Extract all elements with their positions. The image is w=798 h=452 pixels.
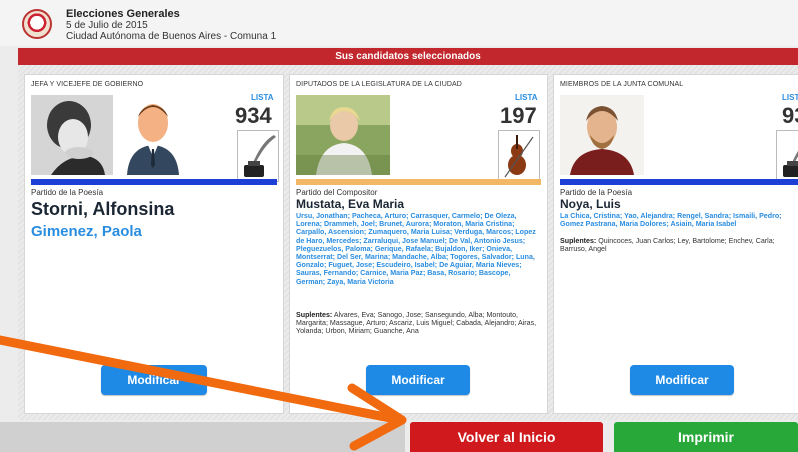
panel-jefe-gobierno: JEFA Y VICEJEFE DE GOBIERNO LISTA 934 Pa… — [24, 74, 284, 414]
modify-button[interactable]: Modificar — [630, 365, 734, 395]
suplentes-names: Alvares, Eva; Sanogo, Jose; Sansegundo, … — [296, 311, 537, 336]
election-title: Elecciones Generales — [66, 8, 180, 20]
modify-button[interactable]: Modificar — [366, 365, 470, 395]
lista-number: 934 — [235, 103, 272, 128]
candidate-photo-noya — [560, 95, 644, 175]
party-color-bar — [296, 179, 541, 185]
lista-label: LISTA — [251, 93, 274, 102]
party-name: Partido de la Poesía — [560, 188, 633, 197]
print-button[interactable]: Imprimir — [614, 422, 798, 452]
party-color-bar — [31, 179, 277, 185]
party-color-bar — [560, 179, 798, 185]
election-seal-logo — [22, 9, 52, 39]
election-place: Ciudad Autónoma de Buenos Aires - Comuna… — [66, 31, 277, 42]
suplentes-list: Suplentes: Alvares, Eva; Sanogo, Jose; S… — [296, 311, 540, 336]
election-date: 5 de Julio de 2015 — [66, 20, 148, 31]
panel-heading: MIEMBROS DE LA JUNTA COMUNAL — [560, 81, 684, 88]
candidate-list: La Chica, Cristina; Yao, Alejandra; Reng… — [560, 212, 782, 229]
app-header: Elecciones Generales 5 de Julio de 2015 … — [0, 0, 798, 46]
suplentes-label: Suplentes: — [560, 237, 597, 245]
footer-spacer — [0, 422, 405, 452]
lista-label: LISTA — [515, 93, 538, 102]
quill-inkwell-icon — [237, 130, 279, 182]
candidate-primary: Mustata, Eva Maria — [296, 197, 405, 211]
panel-diputados: DIPUTADOS DE LA LEGISLATURA DE LA CIUDAD… — [289, 74, 548, 414]
candidate-primary: Noya, Luis — [560, 197, 621, 211]
modify-button[interactable]: Modificar — [101, 365, 207, 395]
candidate-photo-placeholder — [121, 95, 185, 175]
party-name: Partido del Compositor — [296, 188, 378, 197]
candidate-list: Ursu, Jonathan; Pacheca, Arturo; Carrasq… — [296, 212, 536, 286]
quill-inkwell-icon — [776, 130, 798, 182]
candidate-primary: Storni, Alfonsina — [31, 199, 175, 219]
candidate-secondary: Gimenez, Paola — [31, 223, 142, 240]
party-name: Partido de la Poesía — [31, 188, 104, 197]
candidate-photo-mustata — [296, 95, 390, 175]
panel-heading: JEFA Y VICEJEFE DE GOBIERNO — [31, 81, 144, 88]
violin-icon — [498, 130, 540, 182]
panel-heading: DIPUTADOS DE LA LEGISLATURA DE LA CIUDAD — [296, 81, 462, 88]
selected-candidates-banner: Sus candidatos seleccionados — [18, 48, 798, 65]
back-to-start-button[interactable]: Volver al Inicio — [410, 422, 603, 452]
candidate-photo-storni — [31, 95, 113, 175]
suplentes-list: Suplentes: Quincoces, Juan Carlos; Ley, … — [560, 237, 798, 253]
lista-number: 934 — [782, 103, 798, 128]
suplentes-label: Suplentes: — [296, 311, 333, 319]
lista-number: 197 — [500, 103, 537, 128]
lista-label: LISTA — [782, 93, 798, 102]
panel-junta-comunal: MIEMBROS DE LA JUNTA COMUNAL LISTA 934 P… — [553, 74, 798, 414]
